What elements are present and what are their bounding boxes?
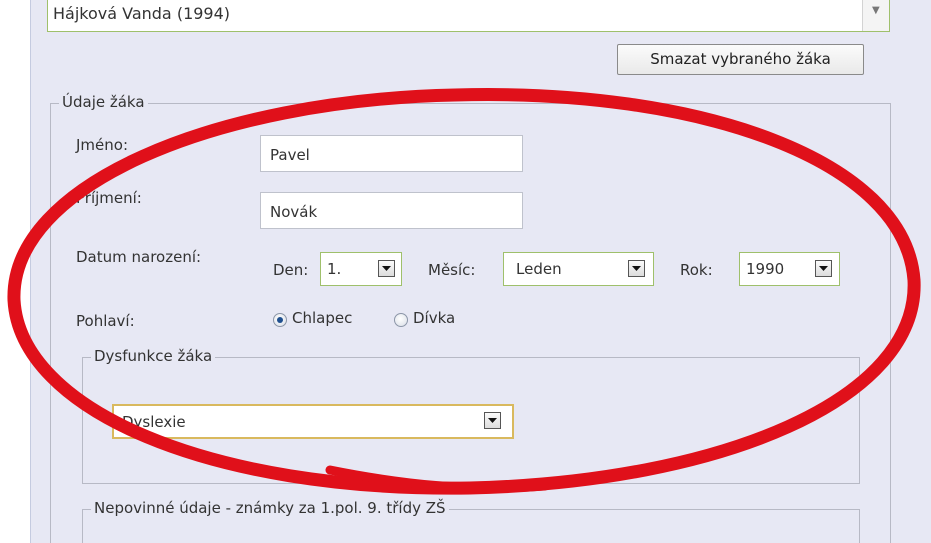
dysfunction-legend: Dysfunkce žáka [91,347,216,365]
day-value: 1. [327,260,342,278]
gender-label: Pohlaví: [76,312,135,330]
chevron-down-icon [819,266,828,271]
student-select[interactable]: Hájková Vanda (1994) ▼ [47,0,890,32]
optional-grades-legend: Nepovinné údaje - známky za 1.pol. 9. tř… [91,499,449,517]
dysfunction-select[interactable]: Dyslexie [112,404,514,439]
last-name-value: Novák [270,203,318,221]
year-value: 1990 [746,260,785,278]
birth-date-label: Datum narození: [76,248,202,266]
radio-unchecked-icon[interactable] [394,313,408,327]
last-name-field[interactable]: Novák [260,192,523,229]
dysfunction-value: Dyslexie [122,413,186,431]
chevron-down-icon [632,266,641,271]
year-select[interactable]: 1990 [739,252,840,286]
gender-option-boy-label[interactable]: Chlapec [292,309,352,327]
dysfunction-dropdown-button[interactable] [484,412,501,429]
delete-student-button[interactable]: Smazat vybraného žáka [617,44,864,75]
student-select-dropdown-button[interactable]: ▼ [862,0,889,31]
student-form-window: Hájková Vanda (1994) ▼ Smazat vybraného … [0,0,931,543]
first-name-value: Pavel [270,146,310,164]
radio-checked-icon[interactable] [273,313,287,327]
day-select[interactable]: 1. [320,252,402,286]
chevron-down-icon [382,266,391,271]
chevron-down-icon: ▼ [872,5,880,16]
student-select-value: Hájková Vanda (1994) [53,4,231,23]
month-dropdown-button[interactable] [628,260,645,277]
chevron-down-icon [488,418,497,423]
month-select[interactable]: Leden [503,252,654,286]
month-label: Měsíc: [428,261,476,279]
day-dropdown-button[interactable] [378,260,395,277]
year-dropdown-button[interactable] [815,260,832,277]
last-name-label: Příjmení: [76,189,142,207]
first-name-field[interactable]: Pavel [260,135,523,172]
year-label: Rok: [680,261,713,279]
gender-option-girl-label[interactable]: Dívka [413,309,455,327]
day-label: Den: [273,261,309,279]
left-margin [0,0,30,543]
first-name-label: Jméno: [76,136,129,154]
student-details-legend: Údaje žáka [59,93,148,111]
month-value: Leden [516,260,562,278]
optional-grades-group: Nepovinné údaje - známky za 1.pol. 9. tř… [82,499,860,543]
